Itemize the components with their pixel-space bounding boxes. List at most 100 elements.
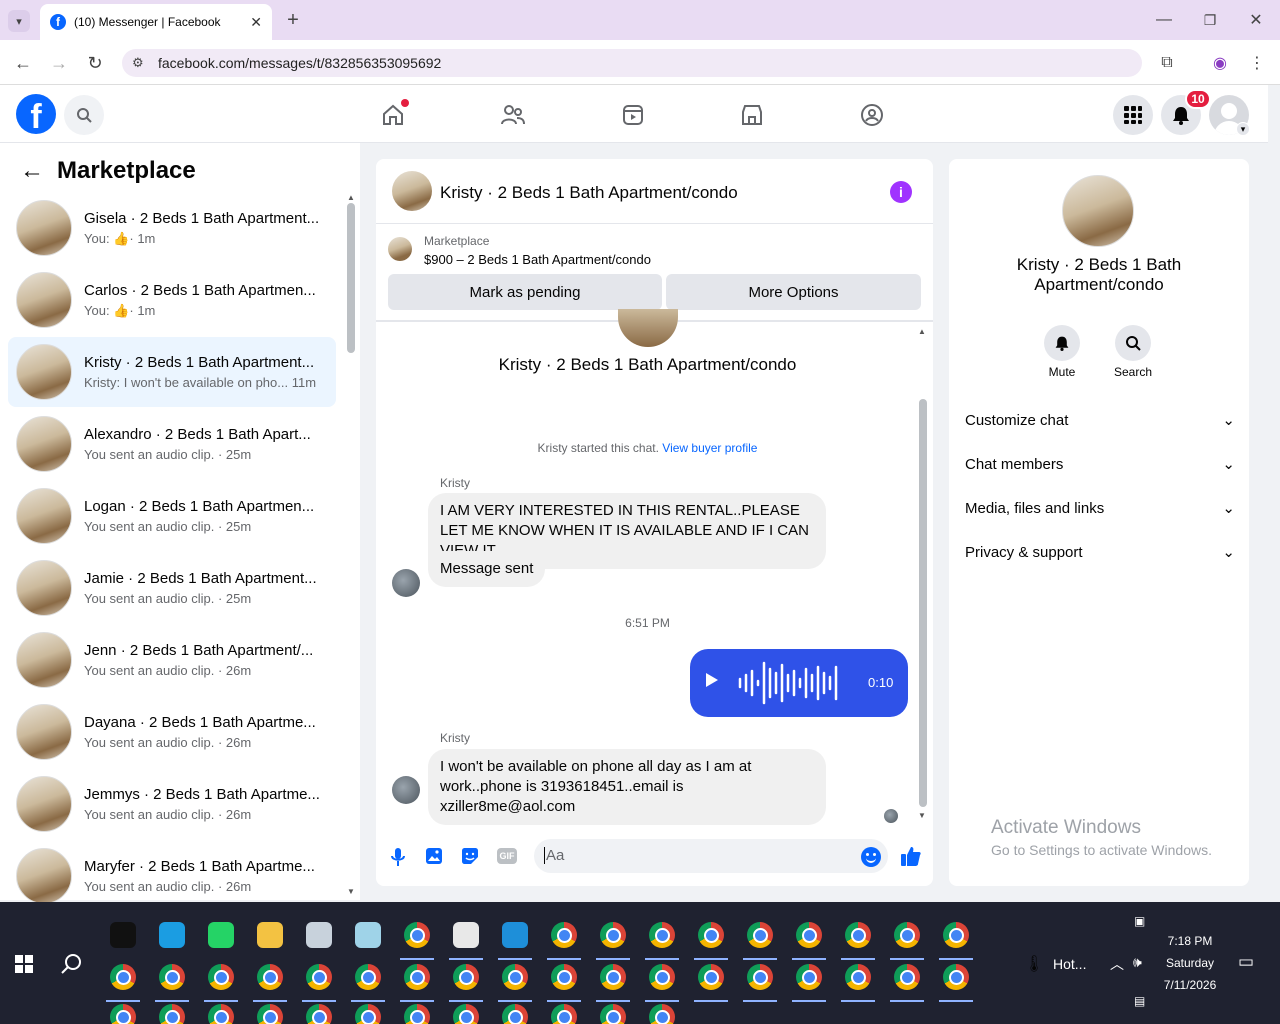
network-icon[interactable]: ▤ <box>1134 994 1145 1008</box>
clock-date[interactable]: 7/11/2026 <box>1160 978 1220 992</box>
chrome-icon[interactable] <box>698 964 724 990</box>
umbrella-icon[interactable] <box>453 922 479 948</box>
tiktok-icon[interactable] <box>110 922 136 948</box>
chrome-icon[interactable] <box>306 964 332 990</box>
device-icon[interactable]: ▣ <box>1134 914 1150 930</box>
search-label[interactable]: Search <box>1103 365 1163 379</box>
sticker-icon[interactable] <box>461 847 479 865</box>
account-chevron-icon[interactable]: ▾ <box>1236 122 1250 136</box>
weather-text[interactable]: Hot... <box>1053 956 1086 972</box>
profile-icon[interactable]: ◉ <box>1209 52 1231 74</box>
restore-icon[interactable]: ❐ <box>1198 8 1222 32</box>
sidebar-scrollbar[interactable] <box>347 203 355 353</box>
chrome-icon[interactable] <box>159 964 185 990</box>
chrome-icon[interactable] <box>355 964 381 990</box>
site-info-icon[interactable]: ⚙ <box>132 49 144 77</box>
mark-pending-button[interactable]: Mark as pending <box>388 274 662 310</box>
folder-icon[interactable] <box>257 922 283 948</box>
chat-header-avatar[interactable] <box>392 171 432 211</box>
chrome-icon[interactable] <box>257 1004 283 1024</box>
chrome-icon[interactable] <box>551 964 577 990</box>
message-bubble[interactable]: Message sent <box>428 551 546 587</box>
chrome-icon[interactable] <box>649 964 675 990</box>
chrome-icon[interactable] <box>453 1004 479 1024</box>
tab-search-icon[interactable]: ▾ <box>8 10 30 32</box>
chrome-icon[interactable] <box>404 1004 430 1024</box>
whatsapp-icon[interactable] <box>208 922 234 948</box>
edge-blue-icon[interactable] <box>159 922 185 948</box>
back-icon[interactable]: ← <box>12 52 34 74</box>
chrome-icon[interactable] <box>600 1004 626 1024</box>
chrome-icon[interactable] <box>355 1004 381 1024</box>
close-window-icon[interactable]: ✕ <box>1244 8 1268 32</box>
new-tab-icon[interactable]: + <box>282 8 304 32</box>
friends-icon[interactable] <box>493 99 533 131</box>
chrome-icon[interactable] <box>453 964 479 990</box>
chrome-icon[interactable] <box>747 964 773 990</box>
browser-menu-icon[interactable]: ⋮ <box>1246 52 1268 74</box>
chrome-icon[interactable] <box>257 964 283 990</box>
clock-time[interactable]: 7:18 PM <box>1160 934 1220 948</box>
conversation-item[interactable]: Jenn · 2 Beds 1 Bath Apartment/... You se… <box>8 625 336 695</box>
forward-icon[interactable]: → <box>48 52 70 74</box>
play-icon[interactable] <box>706 673 718 687</box>
chrome-icon[interactable] <box>208 1004 234 1024</box>
scroll-up-icon[interactable]: ▲ <box>918 327 926 336</box>
minimize-icon[interactable]: — <box>1152 8 1176 32</box>
chrome-icon[interactable] <box>649 1004 675 1024</box>
home-icon[interactable] <box>373 99 413 131</box>
photo-icon[interactable] <box>425 847 443 865</box>
chat-scrollbar[interactable] <box>919 399 927 807</box>
sender-avatar[interactable] <box>392 569 420 597</box>
conversation-item[interactable]: Alexandro · 2 Beds 1 Bath Apart... You se… <box>8 409 336 479</box>
media-files-section[interactable]: Media, files and links ⌄ <box>965 488 1235 528</box>
edge-icon[interactable] <box>502 922 528 948</box>
windows-start-icon[interactable] <box>15 955 33 973</box>
reload-icon[interactable]: ↻ <box>84 52 106 74</box>
info-icon[interactable]: i <box>890 181 912 203</box>
back-arrow-icon[interactable]: ← <box>20 157 44 184</box>
notepad-icon[interactable] <box>355 922 381 948</box>
microphone-icon[interactable] <box>390 847 406 867</box>
chrome-icon[interactable] <box>943 922 969 948</box>
page-scrollbar[interactable] <box>1268 85 1280 900</box>
chrome-icon[interactable] <box>649 922 675 948</box>
scroll-down-icon[interactable]: ▼ <box>918 811 926 820</box>
groups-icon[interactable] <box>852 99 892 131</box>
view-buyer-profile-link[interactable]: View buyer profile <box>662 441 757 455</box>
chrome-icon[interactable] <box>943 964 969 990</box>
scanner-icon[interactable] <box>306 922 332 948</box>
chrome-icon[interactable] <box>747 922 773 948</box>
video-icon[interactable] <box>613 99 653 131</box>
conversation-item[interactable]: Dayana · 2 Beds 1 Bath Apartme... You sen… <box>8 697 336 767</box>
conversation-item[interactable]: Jemmys · 2 Beds 1 Bath Apartme... You sen… <box>8 769 336 839</box>
search-chat-icon[interactable] <box>1115 325 1151 361</box>
chrome-icon[interactable] <box>698 922 724 948</box>
chrome-icon[interactable] <box>502 964 528 990</box>
taskbar-search-icon[interactable] <box>60 952 84 976</box>
marketplace-icon[interactable] <box>732 99 772 131</box>
scroll-up-icon[interactable]: ▲ <box>347 193 355 202</box>
mute-label[interactable]: Mute <box>1032 365 1092 379</box>
conversation-item[interactable]: Gisela · 2 Beds 1 Bath Apartment... You: … <box>8 193 336 263</box>
tray-chevron-up-icon[interactable]: ︿ <box>1110 954 1124 974</box>
conversation-item[interactable]: Kristy · 2 Beds 1 Bath Apartment... Krist… <box>8 337 336 407</box>
sender-avatar[interactable] <box>392 776 420 804</box>
chrome-icon[interactable] <box>404 964 430 990</box>
conversation-item[interactable]: Logan · 2 Beds 1 Bath Apartmen... You sen… <box>8 481 336 551</box>
chat-title[interactable]: Kristy · 2 Beds 1 Bath Apartment/condo <box>440 183 738 203</box>
emoji-icon[interactable] <box>861 847 881 867</box>
chrome-icon[interactable] <box>110 964 136 990</box>
address-bar[interactable]: ⚙ facebook.com/messages/t/83285635309569… <box>122 49 1142 77</box>
conversation-item[interactable]: Maryfer · 2 Beds 1 Bath Apartme... You se… <box>8 841 336 911</box>
chrome-icon[interactable] <box>796 922 822 948</box>
customize-chat-section[interactable]: Customize chat ⌄ <box>965 400 1235 440</box>
chrome-icon[interactable] <box>894 964 920 990</box>
chrome-icon[interactable] <box>306 1004 332 1024</box>
chrome-icon[interactable] <box>845 922 871 948</box>
extensions-icon[interactable]: ⧉ <box>1156 52 1178 74</box>
chrome-icon[interactable] <box>600 964 626 990</box>
contact-avatar[interactable] <box>1062 175 1134 247</box>
message-bubble[interactable]: I won't be available on phone all day as… <box>428 749 826 825</box>
chrome-icon[interactable] <box>159 1004 185 1024</box>
